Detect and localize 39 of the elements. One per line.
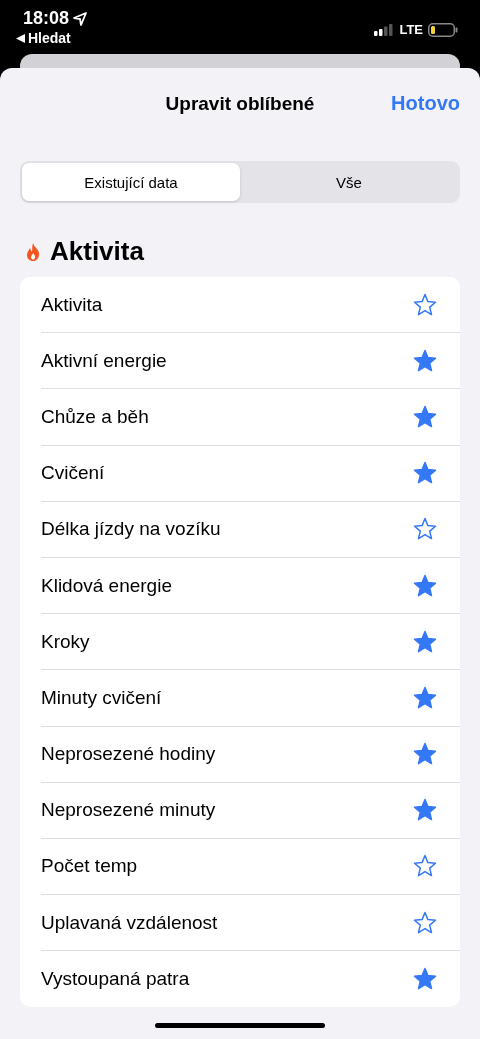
star-icon[interactable] xyxy=(413,629,437,654)
item-label: Klidová energie xyxy=(41,574,172,597)
star-icon[interactable] xyxy=(413,854,437,879)
item-label: Vystoupaná patra xyxy=(41,968,190,991)
battery-icon xyxy=(428,22,458,37)
done-button[interactable]: Hotovo xyxy=(391,92,460,115)
star-icon[interactable] xyxy=(413,404,437,429)
star-icon[interactable] xyxy=(413,348,437,373)
item-label: Aktivita xyxy=(41,293,103,316)
star-icon[interactable] xyxy=(413,573,437,598)
network-label: LTE xyxy=(399,22,423,37)
star-icon[interactable] xyxy=(413,517,437,542)
location-arrow-icon xyxy=(73,11,88,26)
back-link[interactable]: Hledat xyxy=(16,30,88,46)
star-icon[interactable] xyxy=(413,798,437,823)
item-label: Neprosezené hodiny xyxy=(41,743,216,766)
item-label: Neprosezené minuty xyxy=(41,799,216,822)
item-label: Minuty cvičení xyxy=(41,686,162,709)
item-label: Cvičení xyxy=(41,462,105,485)
segment-tab[interactable]: Vše xyxy=(240,163,458,201)
signal-icon xyxy=(374,23,395,36)
item-label: Chůze a běh xyxy=(41,405,149,428)
segment-tab[interactable]: Existující data xyxy=(22,163,240,201)
sheet-title: Upravit oblíbené xyxy=(165,93,315,115)
item-label: Kroky xyxy=(41,630,90,653)
star-icon[interactable] xyxy=(413,742,437,767)
star-icon[interactable] xyxy=(413,461,437,486)
back-triangle-icon xyxy=(16,33,25,43)
star-icon[interactable] xyxy=(413,685,437,710)
item-label: Počet temp xyxy=(41,855,138,878)
section-title: Aktivita xyxy=(50,236,144,267)
item-label: Uplavaná vzdálenost xyxy=(41,911,218,934)
star-icon[interactable] xyxy=(413,910,437,935)
star-icon[interactable] xyxy=(413,967,437,992)
flame-icon xyxy=(26,242,40,261)
item-label: Délka jízdy na vozíku xyxy=(41,518,221,541)
status-time: 18:08 xyxy=(23,8,70,29)
item-label: Aktivní energie xyxy=(41,349,167,372)
star-icon[interactable] xyxy=(413,292,437,317)
